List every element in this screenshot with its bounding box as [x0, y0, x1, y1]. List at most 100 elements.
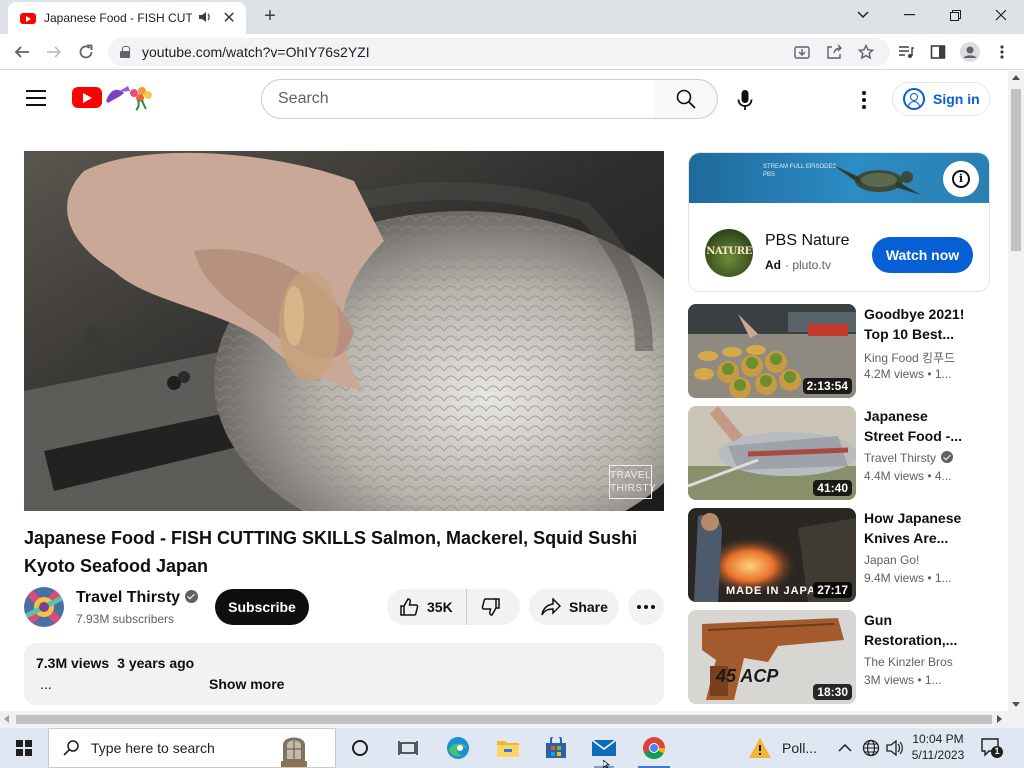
recommended-video[interactable]: 2:13:54 Goodbye 2021! Top 10 Best... Kin…: [688, 304, 990, 398]
profile-icon[interactable]: [958, 40, 982, 64]
ad-banner-brand: PBS: [763, 172, 776, 178]
ad-info-icon[interactable]: i: [943, 161, 979, 197]
video-thumbnail[interactable]: 41:40: [688, 406, 856, 500]
bookmark-star-icon[interactable]: [854, 40, 878, 64]
scrollbar-thumb[interactable]: [1011, 89, 1021, 251]
search-highlight-icon[interactable]: [279, 731, 309, 767]
show-hidden-icons-chevron-icon[interactable]: [838, 728, 852, 768]
video-meta: 3M views • 1...: [864, 673, 942, 687]
channel-name[interactable]: King Food 킹푸드: [864, 349, 984, 366]
file-explorer-icon[interactable]: [484, 728, 532, 768]
recommended-video[interactable]: 45 ACP 18:30 Gun Restoration,... The Kin…: [688, 610, 990, 704]
weather-widget[interactable]: Poll...: [748, 728, 828, 768]
close-window-icon[interactable]: [978, 0, 1024, 30]
lock-icon[interactable]: [120, 46, 130, 58]
ad-channel-logo[interactable]: NATURE: [705, 229, 753, 277]
vertical-scrollbar[interactable]: [1008, 71, 1024, 711]
video-title[interactable]: How Japanese Knives Are...: [864, 508, 968, 548]
taskbar-search-input[interactable]: Type here to search: [48, 728, 336, 768]
youtube-logo-icon[interactable]: [72, 87, 102, 108]
new-tab-icon[interactable]: +: [258, 5, 282, 29]
channel-name[interactable]: The Kinzler Bros: [864, 655, 984, 669]
share-button[interactable]: Share: [529, 589, 619, 625]
search-button[interactable]: [654, 79, 718, 119]
back-icon[interactable]: [10, 40, 34, 64]
minimize-icon[interactable]: [886, 0, 932, 30]
like-count: 35K: [427, 599, 453, 615]
video-thumbnail[interactable]: 2:13:54: [688, 304, 856, 398]
subscribe-button[interactable]: Subscribe: [215, 589, 309, 625]
side-panel-icon[interactable]: [926, 40, 950, 64]
share-icon: [541, 598, 561, 616]
start-button[interactable]: [0, 728, 48, 768]
notification-center-icon[interactable]: 1: [980, 736, 1004, 760]
show-more-button[interactable]: Show more: [209, 676, 284, 692]
youtube-favicon-icon: [20, 12, 36, 24]
ad-card[interactable]: STREAM FULL EPISODES PBS i NATURE PBS Na…: [688, 152, 990, 292]
recommended-video[interactable]: 41:40 Japanese Street Food -... Travel T…: [688, 406, 990, 500]
description-box[interactable]: 7.3M views 3 years ago ... Show more: [24, 643, 664, 705]
search-input[interactable]: Search: [261, 79, 655, 119]
scroll-up-arrow-icon[interactable]: [1012, 75, 1020, 80]
channel-watermark[interactable]: TRAVEL THIRSTY: [609, 465, 656, 499]
task-view-icon[interactable]: [384, 728, 432, 768]
channel-avatar[interactable]: [24, 587, 64, 627]
settings-more-icon[interactable]: [852, 88, 876, 112]
microphone-icon[interactable]: [733, 88, 757, 112]
verified-badge-icon: [941, 451, 954, 463]
microsoft-store-icon[interactable]: [532, 728, 580, 768]
audio-playing-icon[interactable]: [198, 11, 212, 26]
channel-name[interactable]: Japan Go!: [864, 553, 984, 567]
install-icon[interactable]: [790, 40, 814, 64]
tab-search-chevron-icon[interactable]: [840, 0, 886, 30]
recommended-video[interactable]: MADE IN JAPA 27:17 How Japanese Knives A…: [688, 508, 990, 602]
ad-banner-image[interactable]: STREAM FULL EPISODES PBS i: [689, 153, 989, 203]
channel-name[interactable]: Travel Thirsty: [864, 451, 984, 465]
system-clock[interactable]: 10:04 PM 5/11/2023: [906, 731, 970, 763]
media-controls-icon[interactable]: [894, 40, 918, 64]
cortana-icon[interactable]: [336, 728, 384, 768]
like-button[interactable]: 35K: [387, 589, 467, 625]
scroll-right-arrow-icon[interactable]: [997, 715, 1002, 723]
dislike-button[interactable]: [467, 589, 501, 625]
reload-icon[interactable]: [74, 40, 98, 64]
video-title[interactable]: Japanese Street Food -...: [864, 406, 968, 446]
video-title[interactable]: Goodbye 2021! Top 10 Best...: [864, 304, 968, 344]
network-globe-icon[interactable]: [862, 728, 880, 768]
channel-name[interactable]: Travel Thirsty: [76, 589, 199, 607]
thumbnail-text: 45 ACP: [716, 666, 779, 686]
upload-age: 3 years ago: [117, 655, 195, 671]
sign-in-button[interactable]: Sign in: [892, 82, 990, 116]
view-count: 7.3M views: [36, 655, 110, 671]
browser-tab[interactable]: Japanese Food - FISH CUTTI ✕: [8, 2, 246, 34]
url-text: youtube.com/watch?v=OhIY76s2YZI: [142, 44, 370, 60]
close-tab-icon[interactable]: ✕: [220, 8, 238, 28]
video-duration: 27:17: [813, 582, 852, 598]
share-page-icon[interactable]: [822, 40, 846, 64]
volume-icon[interactable]: [886, 728, 904, 768]
forward-icon[interactable]: [42, 40, 66, 64]
scroll-left-arrow-icon[interactable]: [4, 715, 9, 723]
video-title[interactable]: Gun Restoration,...: [864, 610, 968, 650]
edge-browser-icon[interactable]: [434, 728, 482, 768]
video-thumbnail[interactable]: 45 ACP 18:30: [688, 610, 856, 704]
video-player[interactable]: TRAVEL THIRSTY: [24, 151, 664, 511]
search-icon: [676, 89, 696, 109]
restore-icon[interactable]: [932, 0, 978, 30]
chrome-menu-icon[interactable]: [990, 40, 1014, 64]
chrome-icon[interactable]: [630, 728, 678, 768]
thumbs-down-icon: [481, 598, 500, 616]
owner-row: Travel Thirsty 7.93M subscribers Subscri…: [24, 587, 664, 627]
more-actions-icon[interactable]: [628, 589, 664, 625]
pollen-alert-icon: [749, 738, 771, 758]
windows-logo-icon: [16, 740, 32, 756]
video-thumbnail[interactable]: MADE IN JAPA 27:17: [688, 508, 856, 602]
youtube-doodle-icon[interactable]: [104, 83, 158, 111]
menu-icon[interactable]: [26, 90, 46, 106]
horizontal-scrollbar[interactable]: [0, 711, 1024, 728]
address-bar[interactable]: youtube.com/watch?v=OhIY76s2YZI: [108, 38, 890, 66]
scrollbar-thumb[interactable]: [16, 715, 992, 724]
scroll-down-arrow-icon[interactable]: [1012, 702, 1020, 707]
watch-now-button[interactable]: Watch now: [872, 237, 973, 273]
ad-title[interactable]: PBS Nature: [765, 232, 849, 250]
